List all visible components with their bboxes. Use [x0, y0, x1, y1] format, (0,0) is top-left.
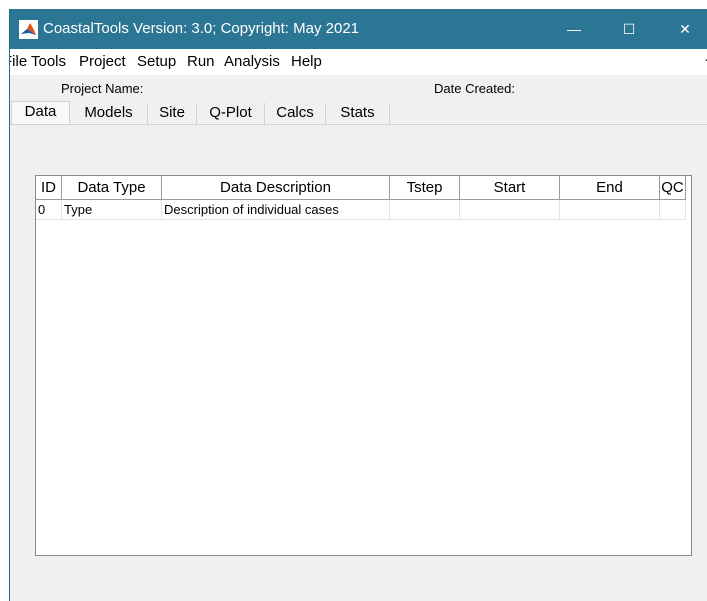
tab-calcs[interactable]: Calcs: [265, 103, 326, 125]
project-name-label: Project Name:: [61, 81, 144, 96]
column-header-tstep[interactable]: Tstep: [390, 176, 460, 200]
tab-divider: [10, 124, 707, 125]
menu-help[interactable]: Help: [291, 53, 322, 70]
table-cell-id[interactable]: 0: [36, 200, 62, 220]
column-header-data-description[interactable]: Data Description: [162, 176, 390, 200]
date-created-label: Date Created:: [434, 81, 515, 96]
menu-run[interactable]: Run: [187, 53, 215, 70]
window-title: CoastalTools Version: 3.0; Copyright: Ma…: [43, 20, 360, 37]
matlab-logo-icon: [19, 20, 38, 39]
table-cell-data-description[interactable]: Description of individual cases: [162, 200, 390, 220]
tab-models[interactable]: Models: [70, 103, 148, 125]
maximize-button[interactable]: ☐: [606, 9, 652, 49]
column-header-id[interactable]: ID: [36, 176, 62, 200]
table-cell-start[interactable]: [460, 200, 560, 220]
tab-data[interactable]: Data: [11, 101, 70, 125]
close-button[interactable]: ✕: [662, 9, 707, 49]
column-header-data-type[interactable]: Data Type: [62, 176, 162, 200]
tab-site[interactable]: Site: [148, 103, 197, 125]
minimize-button[interactable]: —: [551, 9, 597, 49]
menu-setup[interactable]: Setup: [137, 53, 176, 70]
app-window: CoastalTools Version: 3.0; Copyright: Ma…: [9, 9, 707, 601]
column-header-start[interactable]: Start: [460, 176, 560, 200]
table-cell-tstep[interactable]: [390, 200, 460, 220]
data-table[interactable]: ID Data Type Data Description Tstep Star…: [35, 175, 692, 556]
menu-bar: File Tools Project Setup Run Analysis He…: [10, 49, 707, 75]
title-bar[interactable]: CoastalTools Version: 3.0; Copyright: Ma…: [10, 9, 707, 49]
menu-tools[interactable]: Tools: [31, 53, 66, 70]
menu-analysis[interactable]: Analysis: [224, 53, 280, 70]
table-cell-end[interactable]: [560, 200, 660, 220]
tab-stats[interactable]: Stats: [326, 103, 390, 125]
column-header-end[interactable]: End: [560, 176, 660, 200]
table-cell-qc[interactable]: [660, 200, 686, 220]
menu-project[interactable]: Project: [79, 53, 126, 70]
menu-file[interactable]: File: [10, 53, 27, 70]
table-cell-data-type[interactable]: Type: [62, 200, 162, 220]
tab-q-plot[interactable]: Q-Plot: [197, 103, 265, 125]
column-header-qc[interactable]: QC: [660, 176, 686, 200]
